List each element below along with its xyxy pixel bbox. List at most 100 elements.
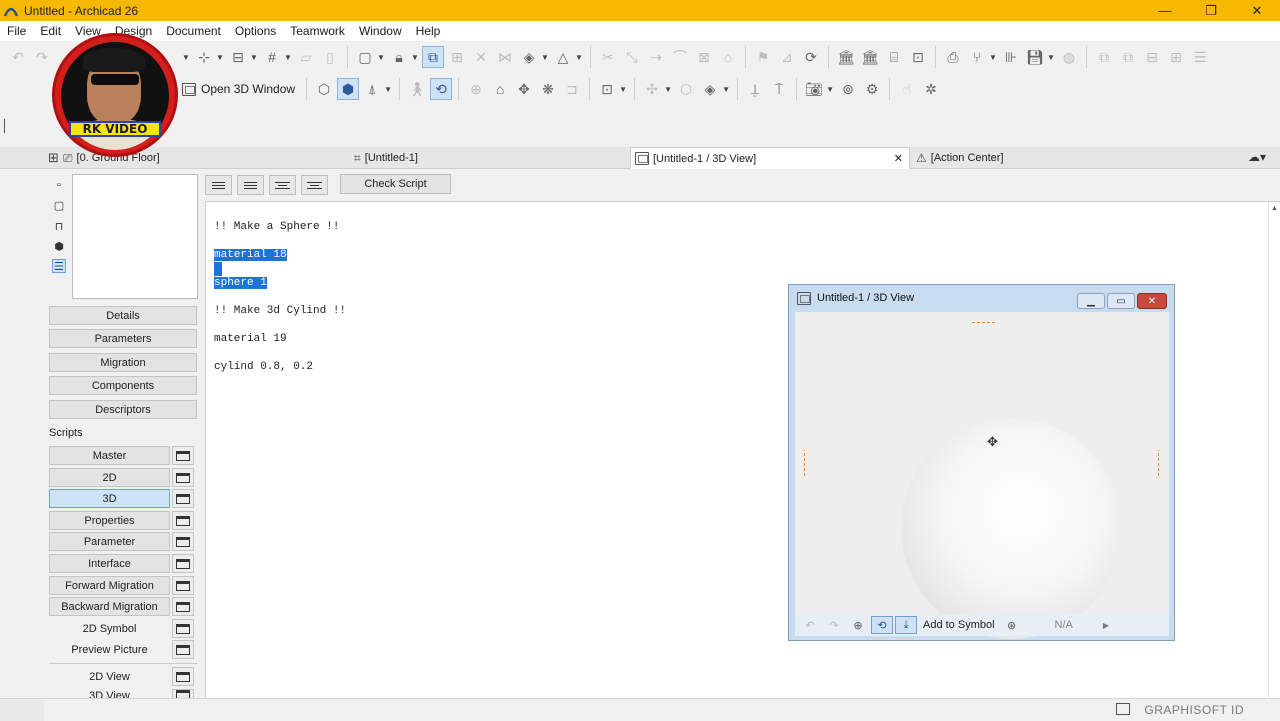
section-migration-button[interactable]: Migration <box>49 353 197 372</box>
redo-icon[interactable]: ↷ <box>31 46 53 68</box>
zoom-in-icon[interactable]: ⊕ <box>847 616 869 634</box>
menu-help[interactable]: Help <box>409 24 448 38</box>
graphisoft-id[interactable]: GRAPHISOFT ID <box>1144 703 1244 717</box>
orbit-icon[interactable]: ⟲ <box>871 616 893 634</box>
split-icon[interactable]: ⊠ <box>693 46 715 68</box>
open-window-icon[interactable] <box>172 554 194 573</box>
home-view-icon[interactable]: ⌂ <box>489 78 511 100</box>
building-search-icon[interactable]: ⌸ <box>883 46 905 68</box>
window-list-icon[interactable]: ☰ <box>1189 46 1211 68</box>
script-2d-view-button[interactable]: 2D View <box>49 667 170 686</box>
preview-list-icon[interactable]: ☰ <box>52 259 66 273</box>
chevron-down-icon[interactable]: ▼ <box>1047 53 1055 62</box>
3d-style-icon[interactable]: ⊡ <box>596 78 618 100</box>
script-interface-button[interactable]: Interface <box>49 554 170 573</box>
tab-untitled-1[interactable]: ⌗ [Untitled-1] <box>350 147 630 169</box>
undo-icon[interactable]: ↶ <box>7 46 29 68</box>
menu-edit[interactable]: Edit <box>33 24 68 38</box>
shape-icon[interactable]: ▢ <box>354 46 376 68</box>
cutaway-icon[interactable]: ⊐ <box>561 78 583 100</box>
close-button[interactable]: ✕ <box>1234 0 1280 21</box>
minimize-button[interactable]: — <box>1142 0 1188 21</box>
chevron-down-icon[interactable]: ▼ <box>619 85 627 94</box>
chevron-down-icon[interactable]: ▼ <box>216 53 224 62</box>
marquee-icon[interactable]: ✣ <box>641 78 663 100</box>
fit-icon[interactable]: ⤓ <box>895 616 917 634</box>
open-window-icon[interactable] <box>172 597 194 616</box>
dimension-tool-icon[interactable]: ⊹ <box>193 46 215 68</box>
script-master-button[interactable]: Master <box>49 446 170 465</box>
3d-viewport[interactable]: ✥ <box>795 312 1169 639</box>
chevron-down-icon[interactable]: ▼ <box>989 53 997 62</box>
menu-window[interactable]: Window <box>352 24 409 38</box>
explore-icon[interactable]: ❋ <box>537 78 559 100</box>
script-3d-button[interactable]: 3D <box>49 489 170 508</box>
script-backward-migration-button[interactable]: Backward Migration <box>49 597 170 616</box>
list-right-icon[interactable] <box>237 175 264 195</box>
script-properties-button[interactable]: Properties <box>49 511 170 530</box>
chevron-down-icon[interactable]: ▼ <box>411 53 419 62</box>
menu-file[interactable]: File <box>0 24 33 38</box>
preview-3d-icon[interactable]: ⬢ <box>52 239 66 253</box>
slab-icon[interactable]: ▱ <box>295 46 317 68</box>
parallel-view-icon[interactable]: ⬡ <box>313 78 335 100</box>
chevron-down-icon[interactable]: ▼ <box>541 53 549 62</box>
trace-icon[interactable]: ⧉ <box>422 46 444 68</box>
org-chart-icon[interactable]: ⑂ <box>966 46 988 68</box>
undo-view-icon[interactable]: ↶ <box>799 616 821 634</box>
script-forward-migration-button[interactable]: Forward Migration <box>49 576 170 595</box>
render-settings-icon[interactable]: ⚙ <box>861 78 883 100</box>
elevate-icon[interactable]: ⍑ <box>768 78 790 100</box>
chevron-down-icon[interactable]: ▼ <box>250 53 258 62</box>
roof-icon[interactable]: ⌂ <box>717 46 739 68</box>
list-left-icon[interactable] <box>205 175 232 195</box>
open-window-icon[interactable] <box>172 489 194 508</box>
section-descriptors-button[interactable]: Descriptors <box>49 400 197 419</box>
chevron-down-icon[interactable]: ▼ <box>575 53 583 62</box>
walk-icon[interactable]: 🚶︎ <box>406 78 428 100</box>
preview-plan-icon[interactable]: ▢ <box>52 198 66 212</box>
scroll-up-icon[interactable]: ▲ <box>1271 205 1278 212</box>
offset-icon[interactable]: ⇢ <box>645 46 667 68</box>
section-parameters-button[interactable]: Parameters <box>49 329 197 348</box>
layer-tool-icon[interactable]: ⊟ <box>227 46 249 68</box>
3d-view-minimize-button[interactable]: ▁ <box>1077 293 1105 309</box>
add-to-symbol-button[interactable]: Add to Symbol <box>919 616 999 634</box>
window-grid-icon[interactable]: ⊞ <box>1165 46 1187 68</box>
camera-icon[interactable]: 📷︎ <box>803 78 825 100</box>
editor-scrollbar[interactable]: ▲ <box>1268 202 1280 699</box>
zoom-extents-icon[interactable]: ⊕ <box>465 78 487 100</box>
open-window-icon[interactable] <box>172 576 194 595</box>
grid-icon[interactable]: # <box>261 46 283 68</box>
check-script-button[interactable]: Check Script <box>340 174 451 194</box>
section-details-button[interactable]: Details <box>49 306 197 325</box>
close-icon[interactable]: ✕ <box>894 152 903 165</box>
solid-ops-icon[interactable]: ◈ <box>699 78 721 100</box>
hand-icon[interactable]: ☝ <box>896 78 918 100</box>
menu-document[interactable]: Document <box>159 24 228 38</box>
flag-icon[interactable]: ⚑ <box>752 46 774 68</box>
zoom-icon[interactable]: ⊛ <box>1001 616 1023 634</box>
document-icon[interactable]: ⎙ <box>942 46 964 68</box>
refresh-icon[interactable]: ⟳ <box>800 46 822 68</box>
3d-view-close-button[interactable]: ✕ <box>1137 293 1167 309</box>
globe-icon[interactable]: ◍ <box>1058 46 1080 68</box>
hierarchy-icon[interactable]: ⊪ <box>1000 46 1022 68</box>
redo-view-icon[interactable]: ↷ <box>823 616 845 634</box>
tab-action-center[interactable]: ⚠ [Action Center] <box>912 147 1192 169</box>
reference-icon[interactable]: ⊞ <box>446 46 468 68</box>
stamp-icon[interactable]: ⍊ <box>744 78 766 100</box>
fill-icon[interactable]: ◈ <box>518 46 540 68</box>
navigation-icon[interactable]: ⍋ <box>361 78 383 100</box>
section-components-button[interactable]: Components <box>49 376 197 395</box>
lock-icon[interactable]: 🔒︎ <box>388 46 410 68</box>
indent-icon[interactable] <box>269 175 296 195</box>
menu-teamwork[interactable]: Teamwork <box>283 24 352 38</box>
render-icon[interactable]: ⊚ <box>837 78 859 100</box>
building-settings-icon[interactable]: 🏛︎ <box>859 46 881 68</box>
explode-icon[interactable]: ✕ <box>470 46 492 68</box>
building-view-icon[interactable]: ⊡ <box>907 46 929 68</box>
open-window-icon[interactable] <box>172 619 194 638</box>
preview-side-icon[interactable]: ⊓ <box>52 219 66 233</box>
script-preview-picture-button[interactable]: Preview Picture <box>49 640 170 659</box>
